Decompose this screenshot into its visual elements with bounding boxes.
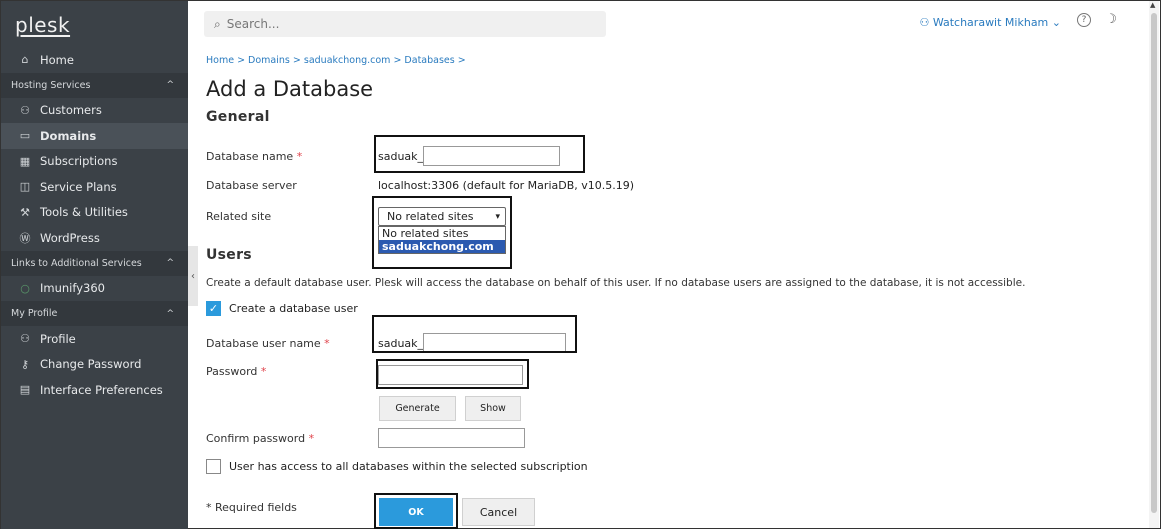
row-create-user: ✓ Create a database user bbox=[206, 301, 358, 316]
highlight-box bbox=[374, 135, 585, 173]
sidebar-item-customers[interactable]: ⚇ Customers bbox=[1, 98, 188, 124]
monitor-icon: ▭ bbox=[19, 129, 31, 143]
database-server-label: Database server bbox=[206, 179, 297, 192]
person-icon: ⚇ bbox=[20, 103, 30, 117]
imunify-icon: ○ bbox=[20, 281, 30, 295]
sidebar-item-subscriptions[interactable]: ▦ Subscriptions bbox=[1, 149, 188, 175]
sidebar-item-profile[interactable]: ⚇ Profile bbox=[1, 326, 188, 352]
create-user-checkbox[interactable]: ✓ bbox=[206, 301, 221, 316]
preferences-icon: ▤ bbox=[19, 383, 31, 397]
scrollbar[interactable]: ▲ bbox=[1149, 1, 1159, 528]
sidebar-item-imunify360[interactable]: ○ Imunify360 bbox=[1, 276, 188, 302]
create-user-label: Create a database user bbox=[229, 302, 358, 315]
required-fields-note: * Required fields bbox=[206, 501, 297, 514]
chevron-up-icon: ^ bbox=[166, 80, 174, 90]
chevron-up-icon: ^ bbox=[166, 308, 174, 319]
password-label: Password * bbox=[206, 364, 267, 378]
users-description: Create a default database user. Plesk wi… bbox=[206, 277, 1026, 289]
plesk-logo[interactable]: plesk bbox=[1, 1, 188, 47]
highlight-box bbox=[372, 196, 512, 269]
sidebar-item-domains[interactable]: ▭ Domains bbox=[1, 123, 188, 149]
cancel-button[interactable]: Cancel bbox=[462, 498, 535, 526]
nav-group-hosting-services[interactable]: Hosting Services ^ bbox=[1, 72, 188, 98]
section-title-users: Users bbox=[206, 247, 252, 263]
row-access-all: User has access to all databases within … bbox=[206, 459, 588, 474]
scrollbar-thumb[interactable] bbox=[1151, 13, 1157, 513]
sidebar-item-home[interactable]: ⌂ Home bbox=[1, 47, 188, 73]
grid-icon: ▦ bbox=[19, 154, 31, 168]
sidebar-item-service-plans[interactable]: ◫ Service Plans bbox=[1, 174, 188, 200]
sidebar-item-tools-utilities[interactable]: ⚒ Tools & Utilities bbox=[1, 200, 188, 226]
access-all-label: User has access to all databases within … bbox=[229, 460, 588, 473]
profile-icon: ⚇ bbox=[20, 332, 30, 346]
columns-icon: ◫ bbox=[19, 180, 31, 194]
highlight-box bbox=[372, 315, 577, 353]
show-button[interactable]: Show bbox=[465, 396, 521, 421]
sidebar: plesk ⌂ Home Hosting Services ^ ⚇ Customers… bbox=[1, 1, 188, 529]
nav-group-links-additional-services[interactable]: Links to Additional Services ^ bbox=[1, 250, 188, 276]
home-icon: ⌂ bbox=[21, 53, 29, 67]
nav-group-my-profile[interactable]: My Profile ^ bbox=[1, 301, 188, 326]
confirm-password-field[interactable] bbox=[378, 428, 525, 448]
sidebar-item-change-password[interactable]: ⚷ Change Password bbox=[1, 352, 188, 378]
database-server-value: localhost:3306 (default for MariaDB, v10… bbox=[378, 179, 635, 192]
access-all-checkbox[interactable] bbox=[206, 459, 221, 474]
chevron-left-icon: ‹ bbox=[191, 270, 195, 282]
scroll-up-icon[interactable]: ▲ bbox=[1150, 1, 1155, 9]
related-site-label: Related site bbox=[206, 210, 272, 223]
row-database-server: Database server localhost:3306 (default … bbox=[206, 179, 634, 192]
form: Database name * saduak_ Database server … bbox=[206, 1, 1146, 529]
sidebar-item-wordpress[interactable]: Ⓦ WordPress bbox=[1, 225, 188, 251]
generate-button[interactable]: Generate bbox=[379, 396, 456, 421]
sidebar-item-interface-preferences[interactable]: ▤ Interface Preferences bbox=[1, 377, 188, 403]
row-password-buttons: Generate Show bbox=[379, 396, 521, 421]
wordpress-icon: Ⓦ bbox=[19, 231, 31, 245]
highlight-box bbox=[376, 359, 529, 389]
confirm-password-label: Confirm password * bbox=[206, 431, 315, 445]
tools-icon: ⚒ bbox=[20, 205, 30, 219]
key-icon: ⚷ bbox=[20, 357, 30, 371]
highlight-box bbox=[374, 493, 458, 529]
sidebar-collapse-toggle[interactable]: ‹ bbox=[188, 246, 198, 306]
chevron-up-icon: ^ bbox=[166, 258, 174, 268]
database-name-label: Database name * bbox=[206, 149, 303, 163]
row-confirm-password: Confirm password * bbox=[206, 428, 525, 448]
database-user-name-label: Database user name * bbox=[206, 336, 330, 350]
